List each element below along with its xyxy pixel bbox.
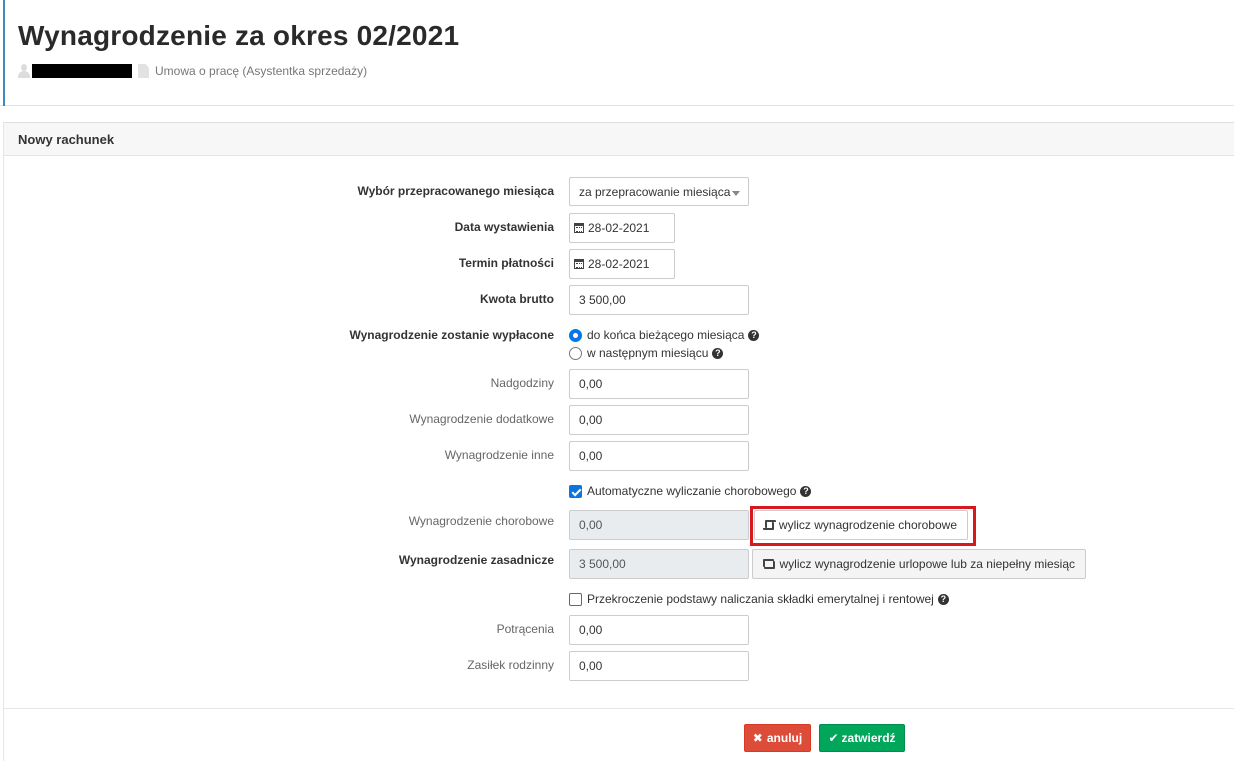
- retweet-icon: [763, 559, 775, 569]
- issue-date-label: Data wystawienia: [454, 220, 554, 234]
- month-choice-select[interactable]: za przepracowanie miesiąca: [569, 177, 749, 206]
- additional-pay-label: Wynagrodzenie dodatkowe: [409, 412, 554, 426]
- issue-date-value: 28-02-2021: [588, 221, 650, 235]
- payout-option-current[interactable]: do końca bieżącego miesiąca ?: [569, 327, 760, 343]
- payment-due-value: 28-02-2021: [588, 257, 650, 271]
- question-icon[interactable]: ?: [748, 329, 760, 341]
- other-pay-input[interactable]: 0,00: [569, 441, 749, 471]
- redacted-employee-name: [32, 64, 132, 78]
- chevron-down-icon: [732, 191, 740, 196]
- gross-amount-label: Kwota brutto: [480, 292, 554, 306]
- auto-sick-checkbox[interactable]: [569, 484, 582, 498]
- payout-option-current-label: do końca bieżącego miesiąca: [587, 328, 745, 342]
- family-allowance-label: Zasiłek rodzinny: [467, 658, 554, 672]
- additional-pay-input[interactable]: 0,00: [569, 405, 749, 435]
- payout-label: Wynagrodzenie zostanie wypłacone: [349, 328, 555, 342]
- calculate-vacation-pay-button[interactable]: wylicz wynagrodzenie urlopowe lub za nie…: [752, 549, 1086, 579]
- overtime-label: Nadgodziny: [490, 376, 554, 390]
- other-pay-label: Wynagrodzenie inne: [444, 448, 554, 462]
- payout-option-next[interactable]: w następnym miesiącu ?: [569, 345, 724, 361]
- cancel-button[interactable]: ✖ anuluj: [744, 724, 811, 752]
- page-title: Wynagrodzenie za okres 02/2021: [18, 20, 460, 51]
- user-icon: [18, 64, 30, 78]
- sick-pay-label: Wynagrodzenie chorobowe: [408, 514, 554, 528]
- calculate-vacation-pay-label: wylicz wynagrodzenie urlopowe lub za nie…: [779, 557, 1075, 571]
- pension-limit-checkbox[interactable]: [569, 592, 582, 606]
- page-header: Wynagrodzenie za okres 02/2021 Umowa o p…: [0, 0, 1234, 106]
- base-pay-label: Wynagrodzenie zasadnicze: [398, 553, 554, 567]
- pension-limit-label: Przekroczenie podstawy naliczania składk…: [587, 592, 934, 606]
- sick-pay-input: 0,00: [569, 510, 749, 540]
- close-icon: ✖: [752, 731, 763, 745]
- payout-option-next-label: w następnym miesiącu: [587, 346, 709, 360]
- panel-title: Nowy rachunek: [18, 132, 115, 147]
- check-icon: ✔: [828, 731, 839, 745]
- month-choice-label: Wybór przepracowanego miesiąca: [357, 184, 554, 198]
- question-icon[interactable]: ?: [800, 485, 812, 497]
- radio-unchecked[interactable]: [569, 346, 582, 360]
- file-icon: [138, 64, 149, 78]
- confirm-label: zatwierdź: [841, 731, 896, 745]
- gross-amount-input[interactable]: 3 500,00: [569, 285, 749, 315]
- payment-due-label: Termin płatności: [458, 256, 554, 270]
- payment-due-field[interactable]: 28-02-2021: [569, 249, 675, 279]
- calendar-icon: [574, 259, 584, 269]
- deductions-label: Potrącenia: [496, 622, 554, 636]
- pension-limit-checkbox-row[interactable]: Przekroczenie podstawy naliczania składk…: [569, 591, 949, 607]
- employee-info: Umowa o pracę (Asystentka sprzedaży): [18, 62, 367, 80]
- overtime-input[interactable]: 0,00: [569, 369, 749, 399]
- header-accent-bar: [3, 0, 5, 106]
- auto-sick-label: Automatyczne wyliczanie chorobowego: [587, 484, 797, 498]
- question-icon[interactable]: ?: [712, 347, 724, 359]
- issue-date-field[interactable]: 28-02-2021: [569, 213, 675, 243]
- panel-heading: Nowy rachunek: [4, 123, 1234, 156]
- highlight-annotation: [750, 506, 976, 546]
- cancel-label: anuluj: [766, 731, 803, 745]
- contract-type: Umowa o pracę (Asystentka sprzedaży): [155, 64, 368, 78]
- month-choice-value: za przepracowanie miesiąca: [579, 184, 731, 199]
- radio-checked[interactable]: [569, 328, 582, 342]
- question-icon[interactable]: ?: [937, 593, 949, 605]
- deductions-input[interactable]: 0,00: [569, 615, 749, 645]
- calendar-icon: [574, 223, 584, 233]
- family-allowance-input[interactable]: 0,00: [569, 651, 749, 681]
- panel-footer-divider: [4, 708, 1234, 709]
- base-pay-input: 3 500,00: [569, 549, 749, 579]
- auto-sick-checkbox-row[interactable]: Automatyczne wyliczanie chorobowego ?: [569, 483, 812, 499]
- confirm-button[interactable]: ✔ zatwierdź: [819, 724, 905, 752]
